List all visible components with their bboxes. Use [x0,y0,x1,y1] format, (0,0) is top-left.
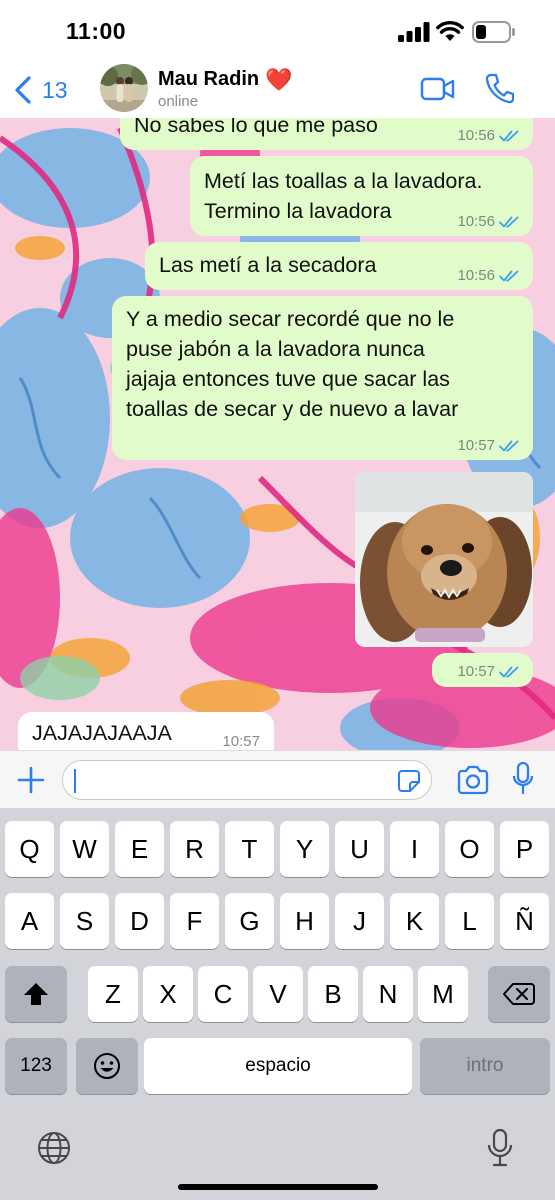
plus-icon[interactable] [16,765,46,795]
read-ticks-icon [499,216,519,227]
status-time: 11:00 [66,18,127,44]
emoji-icon [94,1053,120,1079]
key-n-tilde[interactable]: Ñ [500,893,549,949]
key-a[interactable]: A [5,893,54,949]
key-e[interactable]: E [115,821,164,877]
shift-icon [24,983,48,1005]
key-d[interactable]: D [115,893,164,949]
message-time: 10:57 [457,663,495,680]
message-bubble[interactable]: Las metí a la secadora 10:56 [145,242,533,290]
key-b[interactable]: B [308,966,358,1022]
unread-count: 13 [42,76,68,103]
message-meta: 10:57 [457,437,521,454]
video-call-icon[interactable] [420,74,456,104]
cellular-signal-icon [398,22,430,42]
delete-key[interactable] [488,966,550,1022]
return-key[interactable]: intro [420,1038,550,1094]
message-composer [0,750,555,809]
message-meta: 10:57 [222,733,260,750]
message-time: 10:56 [457,127,495,144]
text-caret [74,769,76,793]
message-meta: 10:57 [457,663,521,680]
key-v[interactable]: V [253,966,303,1022]
emoji-key[interactable] [76,1038,138,1094]
message-bubble[interactable]: Metí las toallas a la lavadora. Termino … [190,156,533,236]
key-c[interactable]: C [198,966,248,1022]
dictation-microphone-icon[interactable] [487,1128,513,1168]
message-text: Y a medio secar recordé que no le puse j… [126,307,459,421]
numbers-key[interactable]: 123 [5,1038,67,1094]
key-w[interactable]: W [60,821,109,877]
chat-header: 13 Mau Radin ❤️ online [0,60,555,118]
key-q[interactable]: Q [5,821,54,877]
heart-emoji: ❤️ [265,66,293,92]
message-bubble[interactable]: Y a medio secar recordé que no le puse j… [112,296,533,460]
presence-status: online [158,93,199,110]
key-y[interactable]: Y [280,821,329,877]
message-time: 10:57 [457,437,495,454]
message-meta: 10:56 [457,267,521,284]
key-z[interactable]: Z [88,966,138,1022]
key-u[interactable]: U [335,821,384,877]
key-n[interactable]: N [363,966,413,1022]
key-h[interactable]: H [280,893,329,949]
contact-name[interactable]: Mau Radin ❤️ [158,68,293,91]
key-o[interactable]: O [445,821,494,877]
key-s[interactable]: S [60,893,109,949]
read-ticks-icon [499,130,519,141]
message-text: Las metí a la secadora [159,253,377,277]
space-key[interactable]: espacio [144,1038,412,1094]
message-meta: 10:56 [457,127,521,144]
key-l[interactable]: L [445,893,494,949]
key-g[interactable]: G [225,893,274,949]
wifi-icon [436,20,464,41]
phone-call-icon[interactable] [484,72,514,104]
globe-icon[interactable] [36,1130,72,1166]
key-k[interactable]: K [390,893,439,949]
sticker-icon[interactable] [397,769,421,793]
back-button[interactable]: 13 [14,74,68,106]
microphone-icon[interactable] [512,761,534,797]
message-meta: 10:56 [457,213,521,230]
backspace-icon [503,983,535,1005]
camera-icon[interactable] [456,765,490,795]
read-ticks-icon [499,666,519,677]
key-j[interactable]: J [335,893,384,949]
message-text: JAJAJAJAAJA [32,721,172,745]
puppy-sticker[interactable] [355,472,533,647]
sticker-timestamp: 10:57 [432,653,533,687]
message-time: 10:56 [457,267,495,284]
message-input[interactable] [62,760,432,800]
message-time: 10:57 [222,733,260,750]
home-indicator[interactable] [178,1184,378,1190]
read-ticks-icon [499,440,519,451]
key-f[interactable]: F [170,893,219,949]
key-x[interactable]: X [143,966,193,1022]
chat-area[interactable]: No sabes lo que me paso 10:56 Metí las t… [0,118,555,750]
key-m[interactable]: M [418,966,468,1022]
message-bubble[interactable]: JAJAJAJAAJA 10:57 [18,712,274,750]
message-text: No sabes lo que me paso [134,118,378,137]
contact-name-text: Mau Radin [158,68,260,90]
chevron-left-icon [15,76,31,104]
avatar[interactable] [100,64,148,112]
key-p[interactable]: P [500,821,549,877]
key-t[interactable]: T [225,821,274,877]
message-bubble[interactable]: No sabes lo que me paso 10:56 [120,118,533,150]
key-i[interactable]: I [390,821,439,877]
battery-icon [472,21,515,43]
status-bar: 11:00 [0,0,555,60]
key-r[interactable]: R [170,821,219,877]
read-ticks-icon [499,270,519,281]
message-text: Metí las toallas a la lavadora. Termino … [204,169,483,223]
shift-key[interactable] [5,966,67,1022]
message-time: 10:56 [457,213,495,230]
